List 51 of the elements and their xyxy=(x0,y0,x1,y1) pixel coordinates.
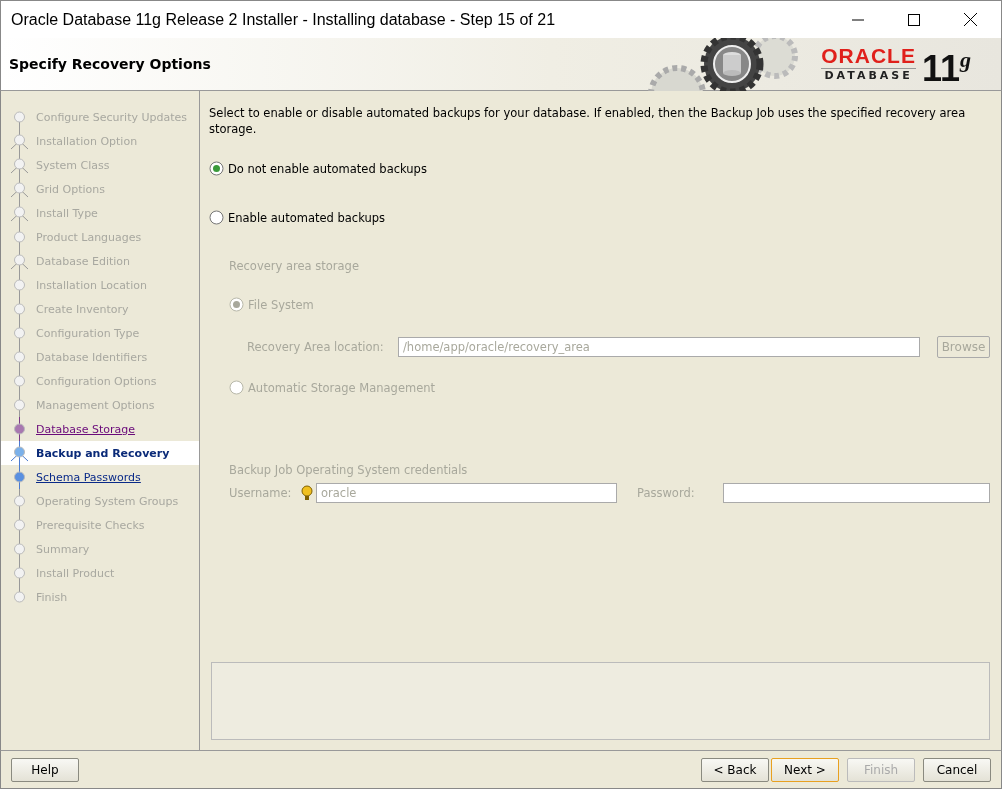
window-title: Oracle Database 11g Release 2 Installer - Installing database - Step 15 of 21 xyxy=(10,10,557,29)
version-logo-text: 11$^{g}$ xyxy=(921,45,971,87)
wizard-button[interactable]: < Back xyxy=(701,757,769,782)
step-label: Database Identifiers xyxy=(36,350,148,364)
radio-label[interactable]: Enable automated backups xyxy=(228,210,386,225)
step-label: Configuration Type xyxy=(36,326,140,340)
radio-button[interactable] xyxy=(209,161,224,176)
step-branch-icon xyxy=(10,444,29,462)
step-branch-icon xyxy=(10,252,29,270)
step-label: Grid Options xyxy=(36,182,106,196)
step-label: Install Type xyxy=(36,206,98,220)
maximize-icon[interactable] xyxy=(908,13,920,26)
section-heading: Backup Job Operating System credentials xyxy=(229,463,469,477)
wizard-button[interactable]: Help xyxy=(11,757,79,782)
step-branch-icon xyxy=(10,156,29,174)
step-label: Configuration Options xyxy=(36,374,157,388)
product-logo-text: DATABASE xyxy=(824,69,913,83)
step-label: Finish xyxy=(36,590,68,604)
step-label: Prerequisite Checks xyxy=(36,518,145,532)
description-text: Select to enable or disable automated backups for your database. If enabled, then the Backup Job uses the specified recovery area storage. xyxy=(209,105,967,137)
radio-label[interactable]: Do not enable automated backups xyxy=(228,161,427,176)
close-icon[interactable] xyxy=(964,13,977,26)
step-link[interactable]: Database Storage xyxy=(36,422,136,436)
step-label: Summary xyxy=(36,542,90,556)
field-label: Password: xyxy=(637,486,696,500)
wizard-button[interactable]: Next > xyxy=(771,757,839,782)
step-link[interactable]: Schema Passwords xyxy=(36,470,141,484)
lightbulb-icon xyxy=(300,485,314,501)
step-label: Installation Location xyxy=(36,278,147,292)
step-branch-icon xyxy=(10,132,29,150)
radio-button[interactable] xyxy=(209,210,224,225)
step-label: Configure Security Updates xyxy=(36,110,188,124)
step-label: Management Options xyxy=(36,398,155,412)
section-heading: Recovery area storage xyxy=(229,259,360,273)
step-label: Backup and Recovery xyxy=(36,446,170,460)
step-label: Install Product xyxy=(36,566,115,580)
step-label: Product Languages xyxy=(36,230,142,244)
field-label: Recovery Area location: xyxy=(247,340,385,354)
step-label: Database Edition xyxy=(36,254,131,268)
step-label: System Class xyxy=(36,158,110,172)
radio-button[interactable] xyxy=(229,297,244,312)
step-branch-icon xyxy=(10,180,29,198)
step-branch-icon xyxy=(10,204,29,222)
step-label: Create Inventory xyxy=(36,302,129,316)
radio-button[interactable] xyxy=(229,380,244,395)
step-label: Operating System Groups xyxy=(36,494,179,508)
wizard-button[interactable]: Cancel xyxy=(923,757,991,782)
page-title: Specify Recovery Options xyxy=(8,56,212,72)
brand-logo-text: ORACLE xyxy=(821,45,916,69)
field-label: Username: xyxy=(229,486,293,500)
step-label: Installation Option xyxy=(36,134,138,148)
